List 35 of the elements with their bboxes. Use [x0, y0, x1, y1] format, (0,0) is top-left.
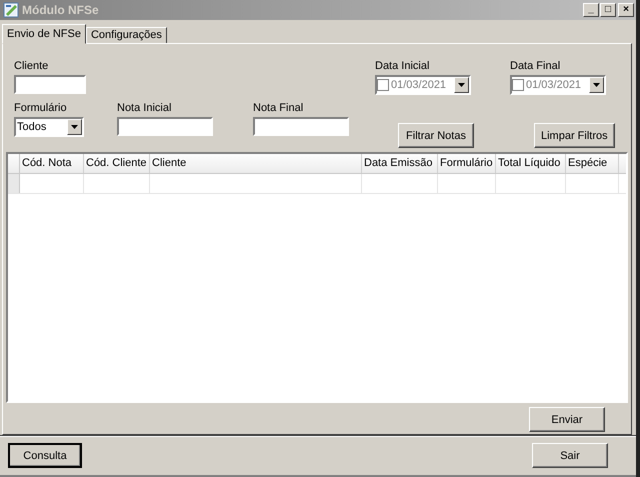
field-label: Nota Final: [253, 102, 304, 114]
checkbox[interactable]: [512, 79, 524, 91]
consulta-button[interactable]: Consulta: [8, 443, 82, 468]
column-header[interactable]: Cód. Nota: [20, 154, 84, 173]
tab[interactable]: Envio de NFSe: [2, 24, 86, 44]
field-label: Formulário: [14, 102, 67, 114]
column-header[interactable]: Cliente: [150, 154, 362, 173]
nota-inicial-field[interactable]: [117, 117, 213, 136]
cliente-field[interactable]: [14, 75, 86, 94]
formulario-dropdown[interactable]: Todos: [14, 117, 84, 137]
field-label: Nota Inicial: [117, 102, 172, 114]
window-title: Módulo NFSe: [22, 3, 99, 17]
app-icon: [3, 2, 19, 18]
column-header[interactable]: Formulário: [438, 154, 496, 173]
field-label: Data Final: [510, 60, 560, 72]
date-value: 01/03/2021: [391, 79, 446, 91]
send-button[interactable]: Enviar: [529, 407, 605, 432]
filter-button[interactable]: Filtrar Notas: [398, 123, 474, 148]
column-header[interactable]: Total Líquido: [496, 154, 566, 173]
tab[interactable]: Configurações: [86, 27, 167, 44]
clear-filters-button[interactable]: Limpar Filtros: [534, 123, 615, 148]
minimize-button[interactable]: _: [583, 3, 599, 17]
column-header[interactable]: Cód. Cliente: [84, 154, 150, 173]
column-header[interactable]: Espécie: [566, 154, 619, 173]
date-picker[interactable]: 01/03/2021: [510, 75, 606, 95]
checkbox[interactable]: [377, 79, 389, 91]
maximize-button[interactable]: □: [600, 3, 616, 17]
date-picker[interactable]: 01/03/2021: [375, 75, 471, 95]
exit-button[interactable]: Sair: [532, 443, 608, 468]
date-value: 01/03/2021: [526, 79, 582, 91]
field-label: Cliente: [14, 60, 48, 72]
field-label: Data Inicial: [375, 60, 430, 72]
nota-final-field[interactable]: [253, 117, 349, 136]
column-header[interactable]: Data Emissão: [362, 154, 438, 173]
close-button[interactable]: ×: [618, 3, 634, 17]
